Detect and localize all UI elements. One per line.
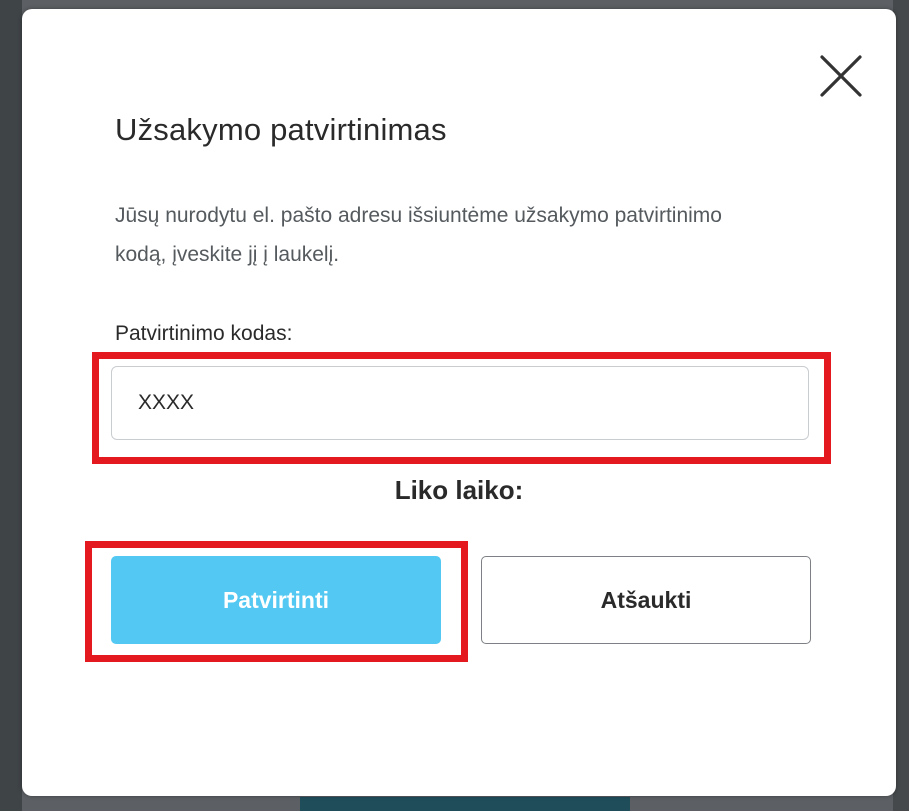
close-icon <box>820 55 862 97</box>
backdrop-edge-left <box>0 0 22 811</box>
order-confirmation-dialog: Užsakymo patvirtinimas Jūsų nurodytu el.… <box>22 9 896 796</box>
time-remaining-label: Liko laiko: <box>394 475 524 505</box>
dialog-title: Užsakymo patvirtinimas <box>115 112 447 147</box>
close-button[interactable] <box>814 49 868 103</box>
code-field-label: Patvirtinimo kodas: <box>115 322 293 345</box>
confirm-button[interactable]: Patvirtinti <box>111 556 441 644</box>
dialog-description: Jūsų nurodytu el. pašto adresu išsiuntėm… <box>115 204 722 266</box>
confirmation-code-input[interactable] <box>111 366 809 440</box>
cancel-button[interactable]: Atšaukti <box>481 556 811 644</box>
backdrop-strip <box>300 797 630 811</box>
